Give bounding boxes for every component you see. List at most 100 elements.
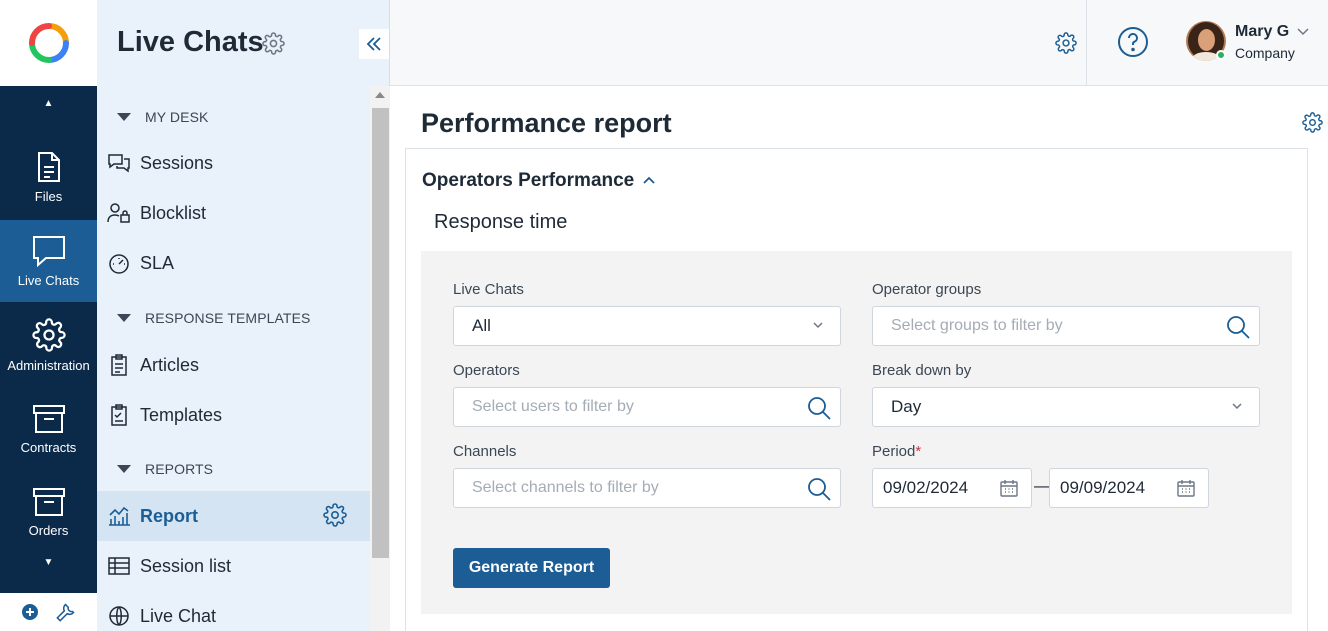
required-mark: * <box>915 443 922 460</box>
search-icon[interactable] <box>1225 314 1251 340</box>
operator-groups-input[interactable]: Select groups to filter by <box>872 306 1260 346</box>
calendar-icon[interactable] <box>999 478 1019 498</box>
calendar-icon[interactable] <box>1176 478 1196 498</box>
sidebar-item-session-list[interactable]: Session list <box>97 542 370 590</box>
section-my-desk[interactable]: MY DESK <box>117 109 208 125</box>
settings-gear-icon[interactable] <box>1055 32 1077 54</box>
rail-item-label: Orders <box>28 522 69 538</box>
scroll-up-arrow-icon[interactable] <box>375 92 385 98</box>
section-label: RESPONSE TEMPLATES <box>145 310 311 326</box>
rail-item-label: Live Chats <box>17 272 80 288</box>
report-panel: Operators Performance Response time Live… <box>405 148 1308 631</box>
archive-box-icon <box>32 404 65 433</box>
channels-input[interactable]: Select channels to filter by <box>453 468 841 508</box>
chevron-down-icon <box>1232 403 1242 410</box>
add-circle-icon[interactable] <box>21 603 39 621</box>
live-chats-label: Live Chats <box>453 281 524 298</box>
sidebar-item-label: Articles <box>140 354 200 375</box>
rail-item-label: Files <box>34 188 63 204</box>
operators-label: Operators <box>453 362 520 379</box>
sidebar-item-label: SLA <box>140 252 175 273</box>
sidebar-scrollbar[interactable] <box>370 86 390 631</box>
chevron-up-icon[interactable] <box>642 174 656 188</box>
sidebar-settings-gear-icon[interactable] <box>262 32 285 55</box>
section-label: REPORTS <box>145 461 214 477</box>
sidebar-item-sla[interactable]: SLA <box>97 239 370 287</box>
section-response-templates[interactable]: RESPONSE TEMPLATES <box>117 310 310 326</box>
top-header: Mary G Company <box>390 0 1328 86</box>
rail-item-contracts[interactable]: Contracts <box>0 388 97 470</box>
operators-placeholder: Select users to filter by <box>472 398 634 415</box>
user-company: Company <box>1235 45 1295 61</box>
sidebar-item-live-chat[interactable]: Live Chat <box>97 592 370 631</box>
sidebar-item-blocklist[interactable]: Blocklist <box>97 189 370 237</box>
clipboard-icon <box>111 354 127 376</box>
collapse-triangle-icon <box>117 314 131 322</box>
rail-item-orders[interactable]: Orders <box>0 471 97 553</box>
sidebar: Live Chats MY DESK Sessions Blocklist SL… <box>97 0 390 631</box>
scrollbar-thumb[interactable] <box>372 108 389 558</box>
sidebar-title: Live Chats <box>117 26 264 58</box>
sidebar-item-report[interactable]: Report <box>97 491 370 541</box>
double-chevron-left-icon <box>366 37 381 51</box>
chevron-down-icon[interactable] <box>1296 24 1310 38</box>
app-rail: ▲ Files Live Chats Administration Contra… <box>0 0 97 631</box>
operators-input[interactable]: Select users to filter by <box>453 387 841 427</box>
sidebar-item-label: Session list <box>140 555 232 576</box>
sidebar-item-label: Templates <box>140 404 223 425</box>
gauge-icon <box>109 254 129 274</box>
help-icon[interactable] <box>1117 26 1149 58</box>
rail-item-administration[interactable]: Administration <box>0 304 97 386</box>
user-lock-icon <box>107 203 130 223</box>
sidebar-header: Live Chats <box>97 0 390 86</box>
rail-item-files[interactable]: Files <box>0 136 97 218</box>
live-chats-value: All <box>472 316 491 335</box>
period-to-value: 09/09/2024 <box>1060 478 1146 497</box>
rail-scroll-up-icon[interactable]: ▲ <box>0 93 97 113</box>
collapse-sidebar-button[interactable] <box>359 29 389 59</box>
sidebar-item-label: Report <box>140 505 198 526</box>
page-title: Performance report <box>421 108 672 138</box>
archive-box-icon <box>32 487 65 516</box>
break-down-label: Break down by <box>872 362 972 379</box>
rail-item-label: Administration <box>7 357 90 373</box>
sidebar-item-label: Live Chat <box>140 605 217 626</box>
app-logo[interactable] <box>0 0 97 86</box>
clipboard-check-icon <box>111 404 127 426</box>
sidebar-item-label: Blocklist <box>140 202 207 223</box>
panel-title: Operators Performance <box>422 170 635 191</box>
collapse-triangle-icon <box>117 113 131 121</box>
report-settings-gear-icon[interactable] <box>323 503 347 527</box>
search-icon[interactable] <box>806 476 832 502</box>
search-icon[interactable] <box>806 395 832 421</box>
online-status-dot <box>1216 50 1226 60</box>
chat-bubbles-icon <box>108 154 130 173</box>
generate-report-button[interactable]: Generate Report <box>453 548 610 588</box>
rail-bottom-bar <box>0 593 97 631</box>
rail-scroll-down-icon[interactable]: ▼ <box>0 552 97 572</box>
period-to-input[interactable]: 09/09/2024 <box>1049 468 1209 508</box>
period-from-value: 09/02/2024 <box>883 478 969 497</box>
user-name[interactable]: Mary G <box>1235 23 1289 41</box>
section-reports[interactable]: REPORTS <box>117 461 213 477</box>
chat-bubble-icon <box>32 235 65 267</box>
sidebar-item-sessions[interactable]: Sessions <box>97 139 370 187</box>
chevron-down-icon <box>813 322 823 329</box>
sidebar-item-templates[interactable]: Templates <box>97 391 370 439</box>
section-label: MY DESK <box>145 109 209 125</box>
period-from-input[interactable]: 09/02/2024 <box>872 468 1032 508</box>
chart-icon <box>109 506 130 526</box>
live-chats-select[interactable]: All <box>453 306 841 346</box>
sidebar-item-label: Sessions <box>140 152 214 173</box>
file-icon <box>37 151 60 182</box>
rail-item-live-chats[interactable]: Live Chats <box>0 220 97 302</box>
break-down-select[interactable]: Day <box>872 387 1260 427</box>
break-down-value: Day <box>891 397 922 416</box>
panel-subtitle: Response time <box>434 211 568 233</box>
wrench-icon[interactable] <box>56 602 76 622</box>
panel-heading[interactable]: Operators Performance <box>422 170 656 192</box>
sidebar-item-articles[interactable]: Articles <box>97 341 370 389</box>
page-settings-gear-icon[interactable] <box>1302 112 1323 133</box>
rail-item-label: Contracts <box>20 439 77 455</box>
gear-icon <box>31 317 66 352</box>
